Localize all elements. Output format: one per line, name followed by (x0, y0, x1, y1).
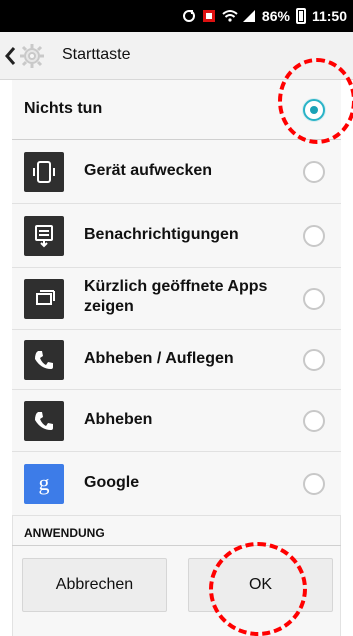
option-label: Abheben (84, 411, 153, 428)
battery-icon (295, 8, 306, 24)
wifi-icon (222, 9, 238, 23)
app-bar: Starttaste (0, 32, 353, 80)
signal-icon (242, 9, 256, 23)
option-label: Kürzlich geöffnete Apps zeigen (84, 278, 268, 315)
radio-selected[interactable] (303, 99, 325, 121)
radio-button[interactable] (303, 225, 325, 247)
radio-button[interactable] (303, 410, 325, 432)
option-google[interactable]: g Google (12, 452, 341, 516)
status-bar: 86% 11:50 (0, 0, 353, 32)
recent-apps-icon (24, 279, 64, 319)
option-kuerzlich-geoeffnete-apps[interactable]: Kürzlich geöffnete Apps zeigen (12, 268, 341, 330)
option-label: Google (84, 474, 140, 491)
sync-icon (182, 9, 196, 23)
clock: 11:50 (311, 8, 347, 24)
option-label: Gerät aufwecken (84, 162, 213, 179)
battery-percent: 86% (261, 8, 290, 24)
option-label: Abheben / Auflegen (84, 350, 234, 367)
page-title: Starttaste (62, 46, 131, 63)
radio-button[interactable] (303, 288, 325, 310)
radio-button[interactable] (303, 349, 325, 371)
notification-icon (202, 9, 216, 23)
phone-icon (24, 401, 64, 441)
phone-icon (24, 340, 64, 380)
option-abheben-auflegen[interactable]: Abheben / Auflegen (12, 330, 341, 390)
status-icons: 86% 11:50 (182, 6, 347, 26)
radio-button[interactable] (303, 161, 325, 183)
option-geraet-aufwecken[interactable]: Gerät aufwecken (12, 140, 341, 204)
notifications-icon (24, 216, 64, 256)
ok-button[interactable]: OK (188, 558, 333, 612)
option-nichts-tun[interactable]: Nichts tun (12, 80, 341, 140)
radio-button[interactable] (303, 473, 325, 495)
chevron-left-icon (4, 46, 16, 66)
option-label: Benachrichtigungen (84, 226, 239, 243)
option-label: Nichts tun (24, 100, 103, 117)
option-abheben[interactable]: Abheben (12, 390, 341, 452)
section-header: ANWENDUNG (12, 516, 341, 546)
gear-icon (18, 42, 46, 70)
svg-text:g: g (39, 471, 50, 495)
wake-device-icon (24, 152, 64, 192)
back-button[interactable] (2, 42, 44, 72)
option-benachrichtigungen[interactable]: Benachrichtigungen (12, 204, 341, 268)
dialog-buttons: Abbrechen OK (12, 552, 341, 636)
cancel-button[interactable]: Abbrechen (22, 558, 167, 612)
google-icon: g (24, 464, 64, 504)
